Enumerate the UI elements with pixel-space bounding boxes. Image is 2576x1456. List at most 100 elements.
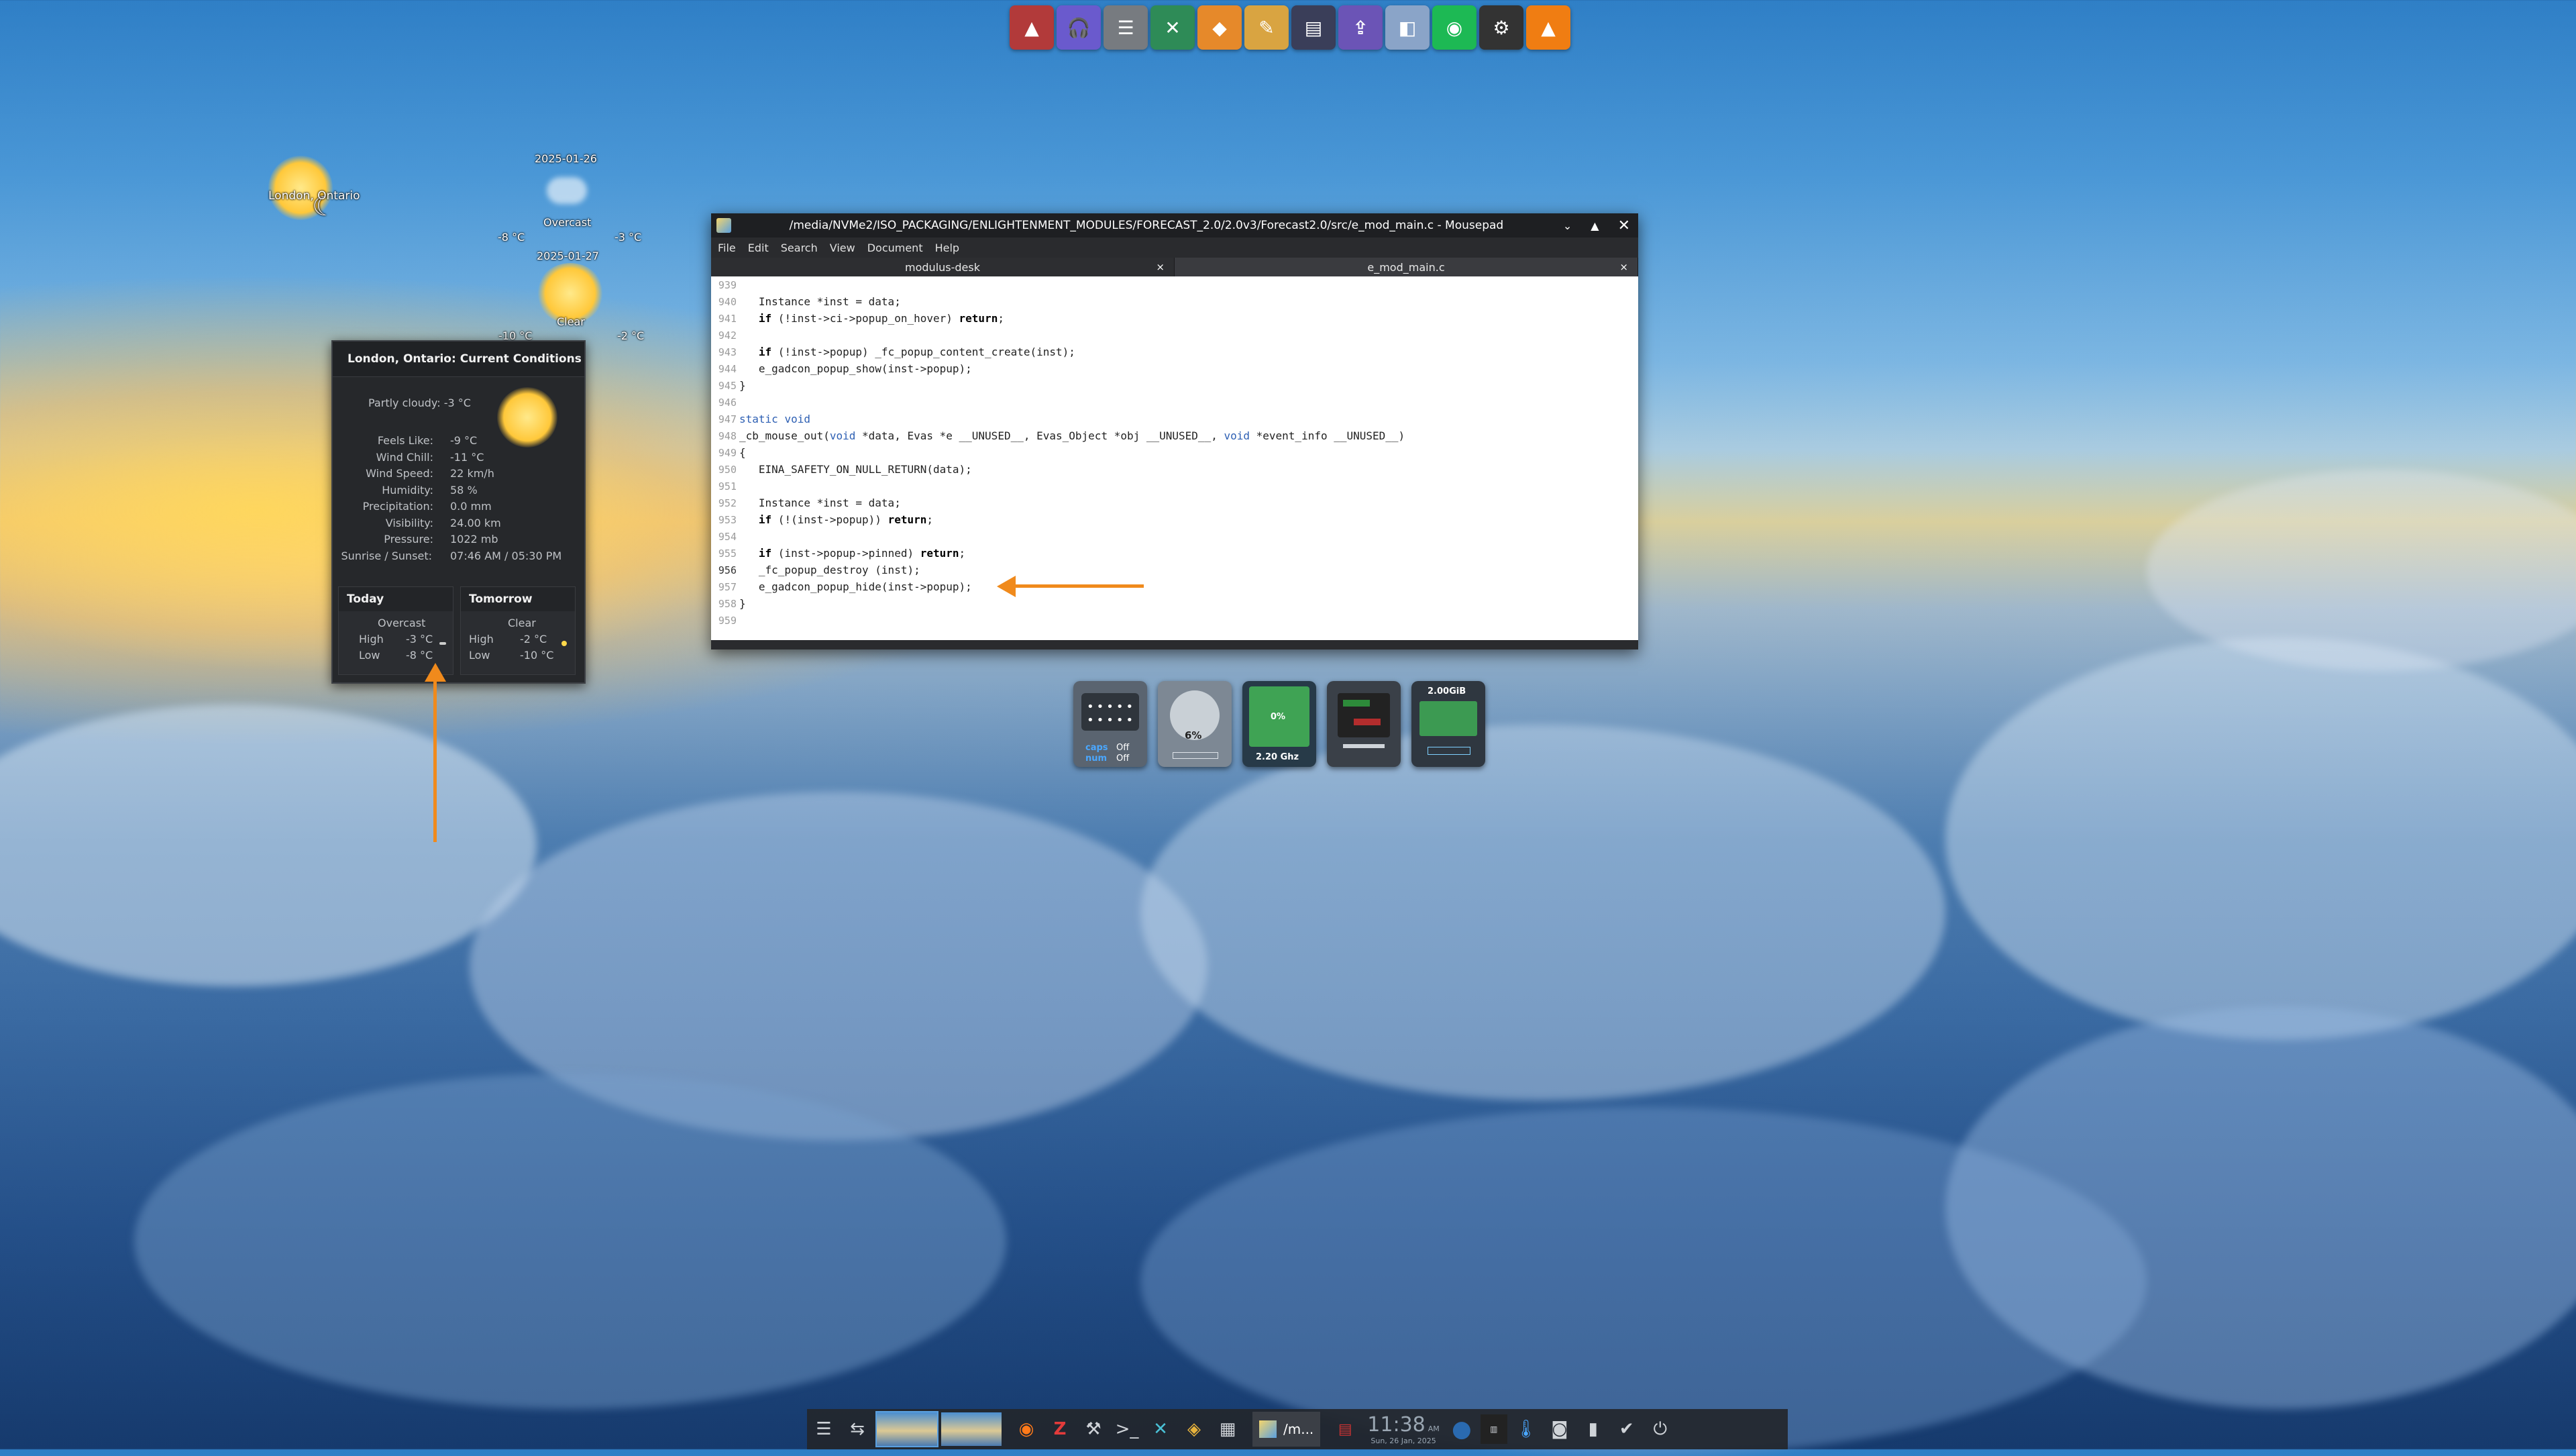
keyboard-gadget[interactable]: ••••• ••••• caps Off num Off xyxy=(1073,681,1147,767)
tab-label: modulus-desk xyxy=(905,260,980,274)
code-text: } xyxy=(739,597,746,610)
task-mousepad[interactable]: /m... xyxy=(1252,1412,1321,1447)
menu-file[interactable]: File xyxy=(718,242,736,254)
filezilla-icon[interactable]: Z xyxy=(1045,1414,1075,1444)
code-line[interactable]: 939 xyxy=(711,276,1638,293)
line-number: 957 xyxy=(718,581,737,593)
image-editor-icon[interactable]: ✕ xyxy=(1146,1414,1175,1444)
pager-toggle-icon[interactable]: ⇆ xyxy=(843,1414,872,1444)
code-line[interactable]: 950 EINA_SAFETY_ON_NULL_RETURN(data); xyxy=(711,461,1638,478)
code-line[interactable]: 941 if (!inst->ci->popup_on_hover) retur… xyxy=(711,310,1638,327)
terminal-icon[interactable]: >_ xyxy=(1112,1414,1142,1444)
condition-value: -9 °C xyxy=(450,434,478,447)
tab-label: e_mod_main.c xyxy=(1367,260,1445,274)
memory-gadget[interactable]: 2.00GiB xyxy=(1411,681,1485,767)
menu-search[interactable]: Search xyxy=(781,242,818,254)
maximize-icon[interactable]: ▲ xyxy=(1591,219,1599,232)
condition-label: Wind Chill: xyxy=(376,450,433,464)
headphones-icon[interactable]: 🎧 xyxy=(1057,5,1101,50)
pager-desktop-1[interactable] xyxy=(875,1411,938,1447)
us-flag-icon[interactable]: ▤ xyxy=(1330,1414,1360,1444)
condition-label: Visibility: xyxy=(385,516,433,529)
line-number: 953 xyxy=(718,514,737,526)
code-line[interactable]: 954 xyxy=(711,528,1638,545)
condition-label: Feels Like: xyxy=(377,434,433,447)
pager-desktop-2[interactable] xyxy=(941,1412,1002,1446)
cpu-gadget[interactable]: 0% 2.20 Ghz xyxy=(1242,681,1316,767)
code-line[interactable]: 953 if (!(inst->popup)) return; xyxy=(711,511,1638,528)
tab-modulus-desk[interactable]: modulus-desk × xyxy=(711,258,1175,276)
editor-icon[interactable]: ▤ xyxy=(1291,5,1336,50)
line-number: 941 xyxy=(718,313,737,325)
tool-icon[interactable]: ✎ xyxy=(1244,5,1289,50)
mixer-icon[interactable]: ☰ xyxy=(1104,5,1148,50)
spotify-icon[interactable]: ◉ xyxy=(1432,5,1477,50)
code-line[interactable]: 951 xyxy=(711,478,1638,495)
condition-value: 22 km/h xyxy=(450,467,494,480)
app-launcher-icon[interactable]: ▲ xyxy=(1010,5,1054,50)
weather-moon-icon[interactable]: ● xyxy=(1447,1414,1477,1444)
tab-e-mod-main[interactable]: e_mod_main.c × xyxy=(1175,258,1638,276)
window-titlebar[interactable]: /media/NVMe2/ISO_PACKAGING/ENLIGHTENMENT… xyxy=(711,213,1638,238)
code-line[interactable]: 958} xyxy=(711,595,1638,612)
condition-value: 24.00 km xyxy=(450,516,501,529)
cpu-mini-icon[interactable]: ▥ xyxy=(1480,1414,1507,1444)
clipboard-icon[interactable]: ◈ xyxy=(1179,1414,1209,1444)
calculator-icon[interactable]: ▦ xyxy=(1213,1414,1242,1444)
tab-close-icon[interactable]: × xyxy=(1156,261,1165,273)
code-editor[interactable]: 939 940 Instance *inst = data; 941 if (!in… xyxy=(711,276,1638,640)
code-line[interactable]: 956 _fc_popup_destroy (inst); xyxy=(711,562,1638,578)
menu-edit[interactable]: Edit xyxy=(748,242,769,254)
close-icon[interactable]: ✕ xyxy=(1618,217,1630,234)
vlc-icon[interactable]: ▲ xyxy=(1526,5,1570,50)
partly-cloudy-icon xyxy=(497,387,557,448)
horizontal-scrollbar[interactable] xyxy=(711,640,1638,649)
code-line[interactable]: 955 if (inst->popup->pinned) return; xyxy=(711,545,1638,562)
day2-date: 2025-01-27 xyxy=(537,250,599,262)
weather-popup: London, Ontario: Current Conditions Part… xyxy=(331,340,586,684)
disk-mini-icon[interactable]: ◙ xyxy=(1545,1414,1574,1444)
task-label: /m... xyxy=(1283,1421,1314,1437)
code-text: _cb_mouse_out(void *data, Evas *e __UNUS… xyxy=(739,429,1405,442)
disk-gadget[interactable]: 6% xyxy=(1158,681,1232,767)
code-line[interactable]: 948 _cb_mouse_out(void *data, Evas *e __U… xyxy=(711,427,1638,444)
thermometer-icon[interactable]: 🌡 xyxy=(1511,1414,1541,1444)
tab-close-icon[interactable]: × xyxy=(1619,261,1628,273)
menu-list-icon[interactable]: ☰ xyxy=(809,1414,839,1444)
code-line[interactable]: 943 if (!inst->popup) _fc_popup_content_… xyxy=(711,344,1638,360)
code-line[interactable]: 947 static void xyxy=(711,411,1638,427)
sun-small-icon xyxy=(561,641,567,646)
settings-icon[interactable]: ⚙ xyxy=(1479,5,1523,50)
code-line[interactable]: 957 e_gadcon_popup_hide(inst->popup); xyxy=(711,578,1638,595)
virtualbox-icon[interactable]: ◧ xyxy=(1385,5,1430,50)
code-line[interactable]: 946 xyxy=(711,394,1638,411)
upload-icon[interactable]: ⇪ xyxy=(1338,5,1383,50)
code-line[interactable]: 944 e_gadcon_popup_show(inst->popup); xyxy=(711,360,1638,377)
vlc-like-icon[interactable]: ◆ xyxy=(1197,5,1242,50)
network-gadget[interactable] xyxy=(1327,681,1401,767)
code-text: if (!inst->ci->popup_on_hover) return; xyxy=(758,312,1004,325)
firefox-icon[interactable]: ◉ xyxy=(1012,1414,1041,1444)
hammer-icon[interactable]: ⚒ xyxy=(1079,1414,1108,1444)
code-line[interactable]: 952 Instance *inst = data; xyxy=(711,495,1638,511)
menu-help[interactable]: Help xyxy=(935,242,959,254)
code-line[interactable]: 940 Instance *inst = data; xyxy=(711,293,1638,310)
package-updates-icon[interactable]: ✔ xyxy=(1612,1414,1642,1444)
menu-view[interactable]: View xyxy=(830,242,855,254)
spreadsheet-icon[interactable]: ✕ xyxy=(1150,5,1195,50)
condition-label: Wind Speed: xyxy=(366,467,433,480)
code-line[interactable]: 945} xyxy=(711,377,1638,394)
clock[interactable]: 11:38 AM Sun, 26 Jan, 2025 xyxy=(1367,1413,1439,1445)
power-icon[interactable]: ⏻ xyxy=(1646,1414,1675,1444)
tomorrow-low: -10 °C xyxy=(520,649,554,662)
tomorrow-high-label: High xyxy=(469,633,494,645)
tomorrow-condition: Clear xyxy=(508,617,536,629)
usb-icon[interactable]: ▮ xyxy=(1578,1414,1608,1444)
menu-document[interactable]: Document xyxy=(867,242,923,254)
condition-value: -11 °C xyxy=(450,450,484,464)
code-line[interactable]: 942 xyxy=(711,327,1638,344)
mousepad-window[interactable]: /media/NVMe2/ISO_PACKAGING/ENLIGHTENMENT… xyxy=(711,213,1638,649)
code-line[interactable]: 949{ xyxy=(711,444,1638,461)
window-menu-icon[interactable]: ⌄ xyxy=(1563,219,1572,232)
code-line[interactable]: 959 xyxy=(711,612,1638,629)
